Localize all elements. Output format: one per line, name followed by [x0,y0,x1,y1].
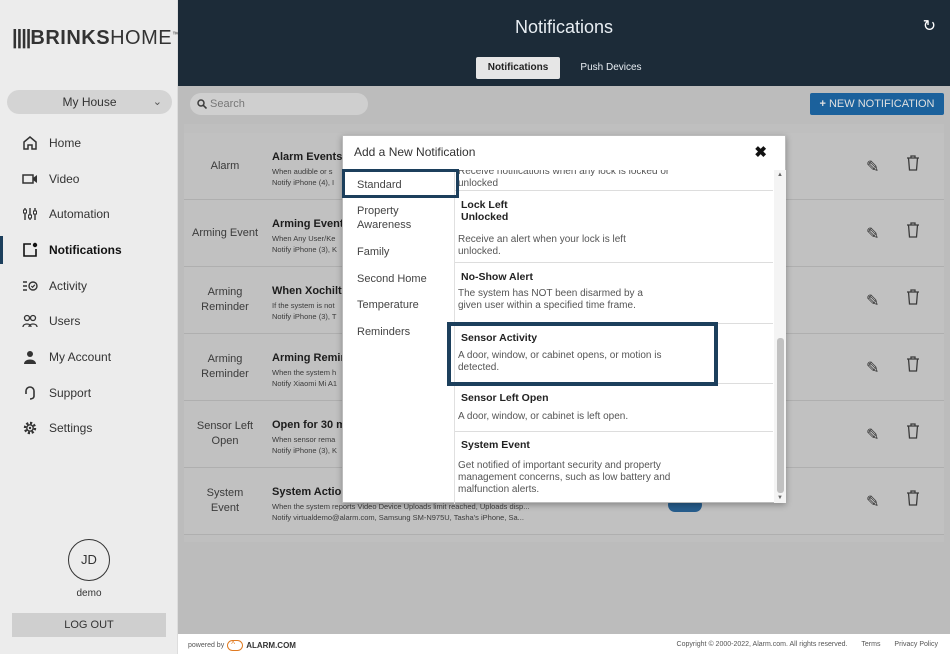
notification-option[interactable]: System Event Get notified of important s… [455,432,773,503]
refresh-icon[interactable]: ↻ [923,16,936,36]
sidebar-item-label: Activity [49,279,88,293]
sidebar-item-settings[interactable]: Settings [0,414,178,442]
option-description: Receive an alert when your lock is left … [458,234,626,257]
footer: powered by ^ ALARM.COM Copyright © 2000-… [178,634,950,654]
logout-button[interactable]: LOG OUT [12,613,166,637]
scrollbar[interactable]: ▲ ▼ [774,170,786,503]
sidebar-item-label: Settings [49,421,93,435]
category-reminders[interactable]: Reminders [357,325,410,339]
sidebar-item-users[interactable]: Users [0,307,178,335]
alarm-com-logo: ALARM.COM [246,641,296,650]
sidebar-item-label: My Account [49,350,112,364]
sidebar-item-notifications[interactable]: Notifications [0,236,178,264]
username: demo [76,588,102,599]
copyright: Copyright © 2000-2022, Alarm.com. All ri… [676,641,848,648]
sidebar-item-video[interactable]: Video [0,165,178,193]
alarm-com-logo-icon: ^ [227,640,244,651]
sidebar-item-automation[interactable]: Automation [0,200,178,228]
sidebar-item-label: Automation [49,207,110,221]
headset-icon [19,385,41,401]
category-temperature[interactable]: Temperature [357,298,419,312]
house-select[interactable]: My House ⌄ [7,90,172,114]
powered-by: powered by ^ ALARM.COM [188,640,296,651]
notification-option[interactable]: Lock Left Unlocked Receive an alert when… [455,191,773,263]
category-second-home[interactable]: Second Home [357,272,427,286]
option-description: The system has NOT been disarmed by a gi… [458,288,643,311]
sidebar-item-label: Users [49,314,81,328]
tab-notifications[interactable]: Notifications [476,57,560,79]
sidebar-item-label: Notifications [49,243,122,257]
privacy-policy-link[interactable]: Privacy Policy [894,641,938,648]
terms-link[interactable]: Terms [861,641,880,648]
sidebar-item-my-account[interactable]: My Account [0,343,178,371]
modal-title: Add a New Notification [354,145,476,159]
option-description: Receive notifications when any lock is l… [458,170,670,189]
footer-links: Copyright © 2000-2022, Alarm.com. All ri… [665,641,938,648]
notification-option[interactable]: No-Show Alert The system has NOT been di… [455,263,773,324]
chevron-down-icon: ⌄ [152,96,162,108]
tab-push-devices[interactable]: Push Devices [572,57,650,79]
header: Notifications ↻ Notifications Push Devic… [178,0,950,86]
option-title: Lock Left Unlocked [461,199,509,223]
house-select-value: My House [62,95,117,109]
avatar[interactable]: JD [68,539,110,581]
sidebar-item-home[interactable]: Home [0,129,178,157]
sliders-icon [19,206,41,222]
notification-icon [19,242,41,258]
gear-icon [19,420,41,436]
sidebar-item-label: Support [49,386,92,400]
sidebar-item-label: Home [49,136,82,150]
video-camera-icon [19,173,41,185]
scroll-up-arrow-icon[interactable]: ▲ [777,172,783,178]
option-description: A door, window, or cabinet is left open. [458,411,629,422]
person-icon [19,350,41,364]
brinks-home-logo[interactable]: ||||BRINKSHOME™ [12,27,180,50]
sidebar-item-label: Video [49,172,80,186]
sensor-activity-highlight [447,322,718,386]
sidebar-item-activity[interactable]: Activity [0,272,178,300]
activity-list-icon [19,279,41,293]
page-title: Notifications [514,17,614,37]
home-icon [19,135,41,151]
category-property-awareness[interactable]: Property Awareness [357,204,437,232]
selected-category-highlight [342,169,459,198]
notification-option[interactable]: Sensor Left Open A door, window, or cabi… [455,384,773,432]
option-title: Sensor Left Open [461,392,549,404]
option-title: System Event [461,439,530,451]
category-family[interactable]: Family [357,245,389,259]
sidebar: ||||BRINKSHOME™ My House ⌄ Home Video Au… [0,0,180,654]
close-icon[interactable]: ✖ [754,143,767,161]
scrollbar-thumb[interactable] [777,338,784,493]
option-title: No-Show Alert [461,271,533,283]
notification-option[interactable]: Receive notifications when any lock is l… [455,170,773,191]
option-description: Get notified of important security and p… [458,460,671,495]
scroll-down-arrow-icon[interactable]: ▼ [777,495,783,501]
sidebar-item-support[interactable]: Support [0,379,178,407]
users-icon [19,314,41,328]
